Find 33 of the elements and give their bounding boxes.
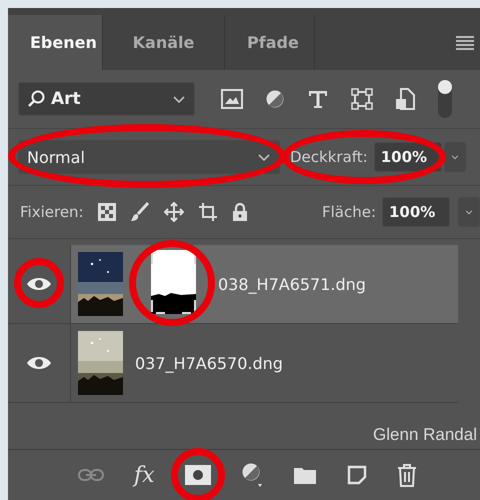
checkerboard-icon[interactable]: [98, 203, 116, 221]
crop-icon[interactable]: [198, 202, 218, 222]
fill-label: Fläche:: [322, 203, 376, 221]
lock-icon[interactable]: [232, 202, 248, 222]
mask-thumbnail[interactable]: [151, 250, 196, 314]
image-icon[interactable]: [221, 89, 243, 109]
search-icon: [27, 90, 45, 108]
half-circle-icon[interactable]: [240, 462, 263, 488]
layer-name: 037_H7A6570.dng: [135, 354, 283, 372]
opacity-label: Deckkraft:: [290, 148, 368, 166]
lock-label: Fixieren:: [20, 203, 84, 221]
effects-button[interactable]: fx: [134, 462, 155, 488]
credit-text: Glenn Randal: [373, 425, 477, 445]
document-icon[interactable]: [395, 88, 415, 110]
menu-icon[interactable]: [456, 36, 474, 50]
brush-icon[interactable]: [130, 202, 150, 222]
fill-field[interactable]: 100%: [382, 197, 450, 227]
trash-icon[interactable]: [396, 463, 417, 487]
eye-icon[interactable]: [26, 355, 52, 371]
blend-mode-dropdown[interactable]: Normal: [18, 140, 280, 174]
layer-row[interactable]: 037_H7A6570.dng: [71, 324, 458, 402]
eye-icon[interactable]: [26, 276, 52, 292]
mask-icon[interactable]: [184, 465, 211, 485]
folder-icon[interactable]: [292, 465, 317, 485]
new-layer-icon[interactable]: [346, 465, 367, 485]
toggle-icon[interactable]: [437, 79, 453, 119]
layer-name: 038_H7A6571.dng: [218, 274, 366, 294]
move-icon[interactable]: [164, 202, 184, 222]
tab[interactable]: Ebenen: [8, 15, 103, 70]
type-icon[interactable]: [307, 89, 329, 109]
half-circle-icon[interactable]: [265, 89, 285, 109]
filter-dropdown[interactable]: Art: [18, 82, 195, 116]
shape-icon[interactable]: [351, 88, 373, 110]
